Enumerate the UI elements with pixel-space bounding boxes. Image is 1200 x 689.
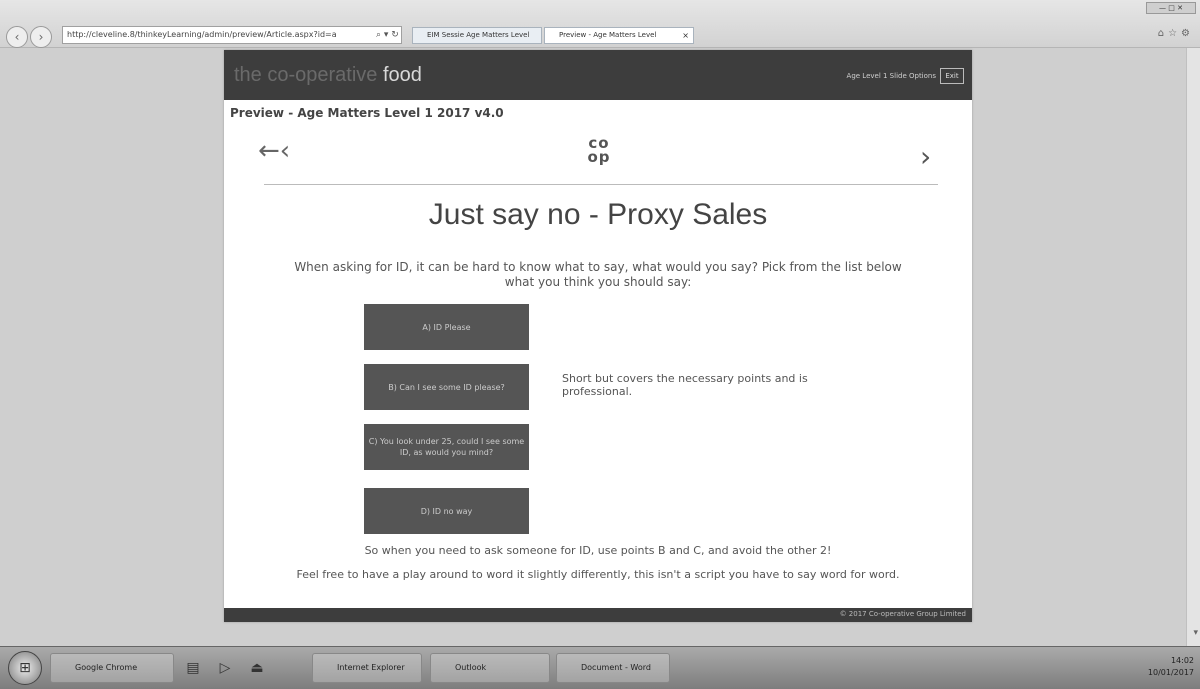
option-b-button[interactable]: B) Can I see some ID please? (364, 364, 529, 410)
folder-icon[interactable]: ▤ (180, 655, 206, 681)
next-arrow-icon[interactable]: › (920, 140, 931, 173)
divider (264, 184, 938, 185)
media-icon[interactable]: ▷ (212, 655, 238, 681)
eject-icon[interactable]: ⏏ (244, 655, 270, 681)
forward-icon[interactable]: › (30, 26, 52, 48)
brand-food: food (382, 64, 422, 86)
brand-logo: the co-operative food (234, 64, 422, 87)
course-player: the co-operative food Age Level 1 Slide … (224, 50, 972, 622)
refresh-icon[interactable]: ⌕ ▾ ↻ (376, 26, 399, 44)
option-a-button[interactable]: A) ID Please (364, 304, 529, 350)
taskbar-item[interactable]: Internet Explorer (312, 653, 422, 683)
tab-label: Preview - Age Matters Level (559, 31, 657, 39)
system-clock[interactable]: 14:02 10/01/2017 (1148, 655, 1194, 679)
logo-bottom: op (587, 148, 611, 166)
page-title: Preview - Age Matters Level 1 2017 v4.0 (230, 106, 504, 120)
clock-date: 10/01/2017 (1147, 668, 1194, 677)
summary-text: So when you need to ask someone for ID, … (364, 544, 832, 557)
scrollbar[interactable] (1186, 48, 1200, 646)
brand-prefix: the co-operative (234, 64, 378, 86)
option-d-button[interactable]: D) ID no way (364, 488, 529, 534)
back-icon[interactable]: ‹ (6, 26, 28, 48)
home-icon[interactable]: ⌂☆⚙ (1158, 28, 1194, 39)
browser-tab[interactable]: EIM Sessie Age Matters Level (412, 27, 542, 44)
feedback-text: Short but covers the necessary points an… (562, 372, 808, 398)
app-footer: © 2017 Co-operative Group Limited (224, 608, 972, 622)
note-text: Feel free to have a play around to word … (296, 568, 900, 581)
taskbar: ⊞ Google Chrome ▤ ▷ ⏏ Internet Explorer … (0, 646, 1200, 689)
back-arrow-icon[interactable]: ←‹ (258, 136, 290, 166)
taskbar-item-label: Internet Explorer (337, 663, 405, 672)
address-bar[interactable]: http://cleveline.8/thinkeyLearning/admin… (62, 26, 402, 44)
coop-logo: co op (584, 136, 614, 166)
taskbar-item-label: Outlook (455, 663, 487, 672)
taskbar-item[interactable]: Document - Word (556, 653, 670, 683)
clock-time: 14:02 (1170, 656, 1194, 665)
close-icon[interactable]: × (682, 28, 689, 43)
option-c-button[interactable]: C) You look under 25, could I see some I… (364, 424, 529, 470)
taskbar-item[interactable]: Outlook (430, 653, 550, 683)
app-header: the co-operative food Age Level 1 Slide … (224, 50, 972, 100)
browser-tab-active[interactable]: Preview - Age Matters Level × (544, 27, 694, 44)
slide-title: Just say no - Proxy Sales (428, 198, 768, 231)
taskbar-item[interactable]: Google Chrome (50, 653, 174, 683)
browser-toolbar: — □ ✕ ‹ › http://cleveline.8/thinkeyLear… (0, 0, 1200, 48)
footer-text: © 2017 Co-operative Group Limited (839, 610, 966, 618)
taskbar-item-label: Google Chrome (75, 663, 138, 672)
chevron-down-icon[interactable]: ▾ (1193, 628, 1198, 638)
tab-label: EIM Sessie Age Matters Level (427, 31, 530, 39)
exit-button[interactable]: Exit (940, 68, 964, 84)
start-button[interactable]: ⊞ (8, 651, 42, 685)
slide-options-link[interactable]: Age Level 1 Slide Options (847, 72, 936, 80)
window-controls[interactable]: — □ ✕ (1146, 2, 1196, 14)
instruction-text: When asking for ID, it can be hard to kn… (294, 260, 902, 289)
taskbar-item-label: Document - Word (581, 663, 651, 672)
